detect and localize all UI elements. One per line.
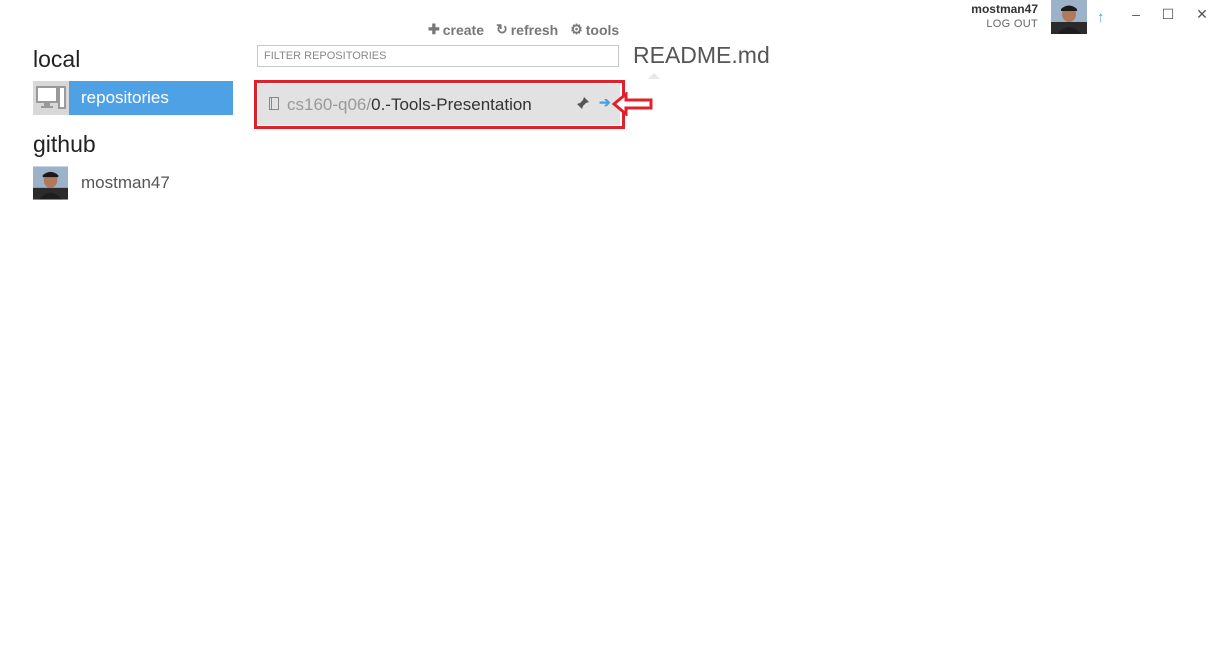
readme-caret [648, 73, 660, 79]
tools-button[interactable]: ⚙ tools [570, 21, 619, 38]
highlight-box [254, 80, 625, 129]
close-button[interactable]: ✕ [1191, 4, 1213, 24]
avatar [33, 166, 68, 200]
sidebar-item-label: mostman47 [81, 173, 170, 192]
minimize-button[interactable]: – [1125, 4, 1147, 24]
avatar[interactable] [1051, 0, 1087, 34]
sync-up-icon[interactable]: ↑ [1097, 9, 1105, 26]
refresh-icon: ↻ [496, 21, 508, 37]
readme-title: README.md [633, 42, 770, 68]
refresh-button[interactable]: ↻ refresh [496, 21, 558, 38]
local-section-title: local [33, 46, 81, 72]
github-section-title: github [33, 131, 96, 157]
computer-icon [33, 81, 69, 115]
plus-icon: ✚ [428, 21, 440, 37]
account-username: mostman47 [971, 2, 1038, 16]
maximize-button[interactable]: ☐ [1157, 4, 1179, 24]
refresh-label: refresh [510, 21, 559, 38]
filter-repositories-input[interactable] [257, 45, 619, 67]
annotation-arrow [611, 90, 654, 121]
tools-label: tools [585, 21, 620, 38]
sidebar-item-github-user[interactable]: mostman47 [33, 166, 170, 200]
gear-icon: ⚙ [570, 21, 583, 37]
logout-link[interactable]: LOG OUT [986, 18, 1038, 30]
create-label: create [442, 21, 484, 38]
sidebar-item-repositories[interactable]: repositories [33, 81, 233, 115]
toolbar: ✚ create ↻ refresh ⚙ tools [428, 21, 619, 38]
sidebar-item-label: repositories [69, 81, 233, 115]
create-button[interactable]: ✚ create [428, 21, 484, 38]
